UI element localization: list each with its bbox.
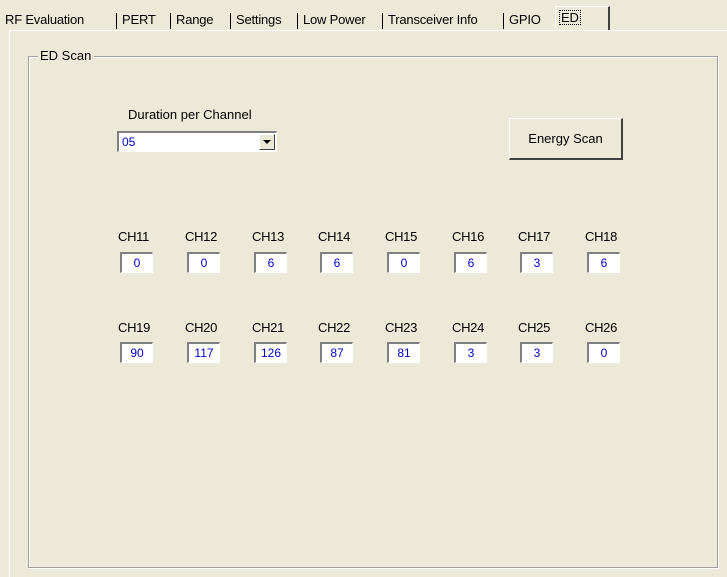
channel-label: CH20: [185, 320, 218, 335]
tab-separator: [230, 13, 231, 29]
channel-value-field[interactable]: 90: [120, 342, 153, 363]
channel-label: CH22: [318, 320, 351, 335]
tab-separator: [170, 13, 171, 29]
channel-label: CH15: [385, 229, 418, 244]
channel-label: CH18: [585, 229, 618, 244]
channel-label: CH23: [385, 320, 418, 335]
tab-low-power[interactable]: Low Power: [303, 10, 366, 30]
channel-value-field[interactable]: 6: [320, 252, 353, 273]
energy-scan-button[interactable]: Energy Scan: [509, 118, 623, 160]
tab-separator: [503, 13, 504, 29]
channel-value-field[interactable]: 3: [520, 342, 553, 363]
tab-pert[interactable]: PERT: [122, 10, 156, 30]
channel-value-field[interactable]: 0: [120, 252, 153, 273]
tab-gpio[interactable]: GPIO: [509, 10, 541, 30]
channel-label: CH26: [585, 320, 618, 335]
channel-label: CH25: [518, 320, 551, 335]
tab-ed-label: ED: [559, 10, 581, 25]
channel-label: CH21: [252, 320, 285, 335]
tab-bar: RF Evaluation PERT Range Settings Low Po…: [0, 0, 727, 32]
duration-select[interactable]: 05: [117, 131, 277, 152]
duration-dropdown-button[interactable]: [259, 134, 275, 150]
channel-value-field[interactable]: 126: [254, 342, 287, 363]
tab-transceiver-info[interactable]: Transceiver Info: [388, 10, 478, 30]
tab-separator: [297, 13, 298, 29]
tab-settings[interactable]: Settings: [236, 10, 282, 30]
channel-label: CH19: [118, 320, 151, 335]
chevron-down-icon: [263, 140, 271, 144]
channel-label: CH17: [518, 229, 551, 244]
tab-separator: [116, 13, 117, 29]
channel-label: CH12: [185, 229, 218, 244]
channel-value-field[interactable]: 0: [187, 252, 220, 273]
ed-scan-group-title: ED Scan: [38, 48, 95, 63]
duration-label: Duration per Channel: [128, 107, 252, 122]
channel-value-field[interactable]: 3: [520, 252, 553, 273]
channel-value-field[interactable]: 87: [320, 342, 353, 363]
tab-ed[interactable]: ED: [555, 6, 610, 30]
channel-value-field[interactable]: 81: [387, 342, 420, 363]
tab-range[interactable]: Range: [176, 10, 214, 30]
channel-label: CH14: [318, 229, 351, 244]
duration-value: 05: [122, 135, 136, 149]
channel-label: CH11: [118, 229, 150, 244]
channel-label: CH24: [452, 320, 485, 335]
channel-value-field[interactable]: 6: [254, 252, 287, 273]
channel-value-field[interactable]: 6: [454, 252, 487, 273]
channel-label: CH13: [252, 229, 285, 244]
channel-value-field[interactable]: 3: [454, 342, 487, 363]
channel-value-field[interactable]: 117: [187, 342, 220, 363]
tab-separator: [382, 13, 383, 29]
channel-label: CH16: [452, 229, 485, 244]
channel-value-field[interactable]: 6: [587, 252, 620, 273]
tab-rf-evaluation[interactable]: RF Evaluation: [5, 10, 84, 30]
channel-value-field[interactable]: 0: [587, 342, 620, 363]
channel-value-field[interactable]: 0: [387, 252, 420, 273]
